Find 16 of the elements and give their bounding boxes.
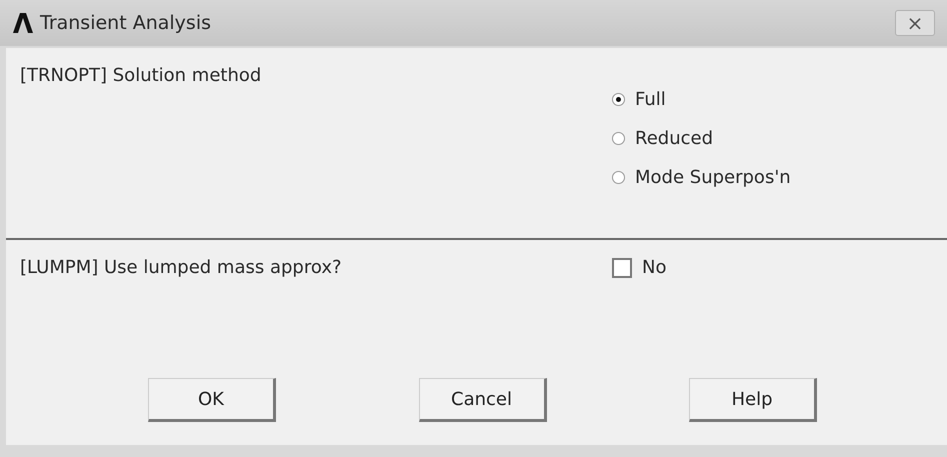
app-logo-icon <box>12 12 34 34</box>
field-label: [TRNOPT] Solution method <box>20 64 262 88</box>
field-label: [LUMPM] Use lumped mass approx? <box>20 256 343 280</box>
dialog-button[interactable]: Help <box>689 378 817 422</box>
checkbox[interactable] <box>612 258 632 278</box>
window-title: Transient Analysis <box>40 10 211 36</box>
checkbox-label[interactable]: No <box>642 254 666 281</box>
radio-button[interactable] <box>612 171 625 184</box>
option-label[interactable]: Mode Superpos'n <box>635 164 791 191</box>
option-label[interactable]: Full <box>635 86 666 113</box>
dialog-button[interactable]: OK <box>148 378 276 422</box>
option-label[interactable]: Reduced <box>635 125 714 152</box>
close-button[interactable]: × <box>895 10 935 36</box>
radio-button[interactable] <box>612 93 625 106</box>
dialog-button[interactable]: Cancel <box>418 378 546 422</box>
radio-button[interactable] <box>612 132 625 145</box>
